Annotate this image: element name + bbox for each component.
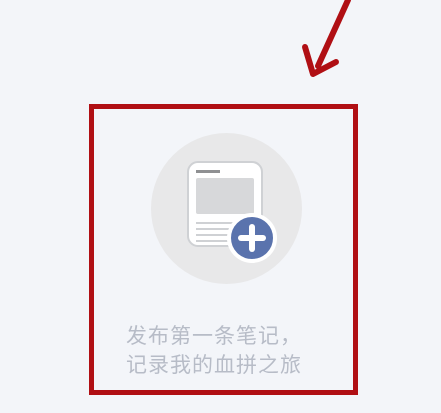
highlight-box <box>89 104 358 395</box>
